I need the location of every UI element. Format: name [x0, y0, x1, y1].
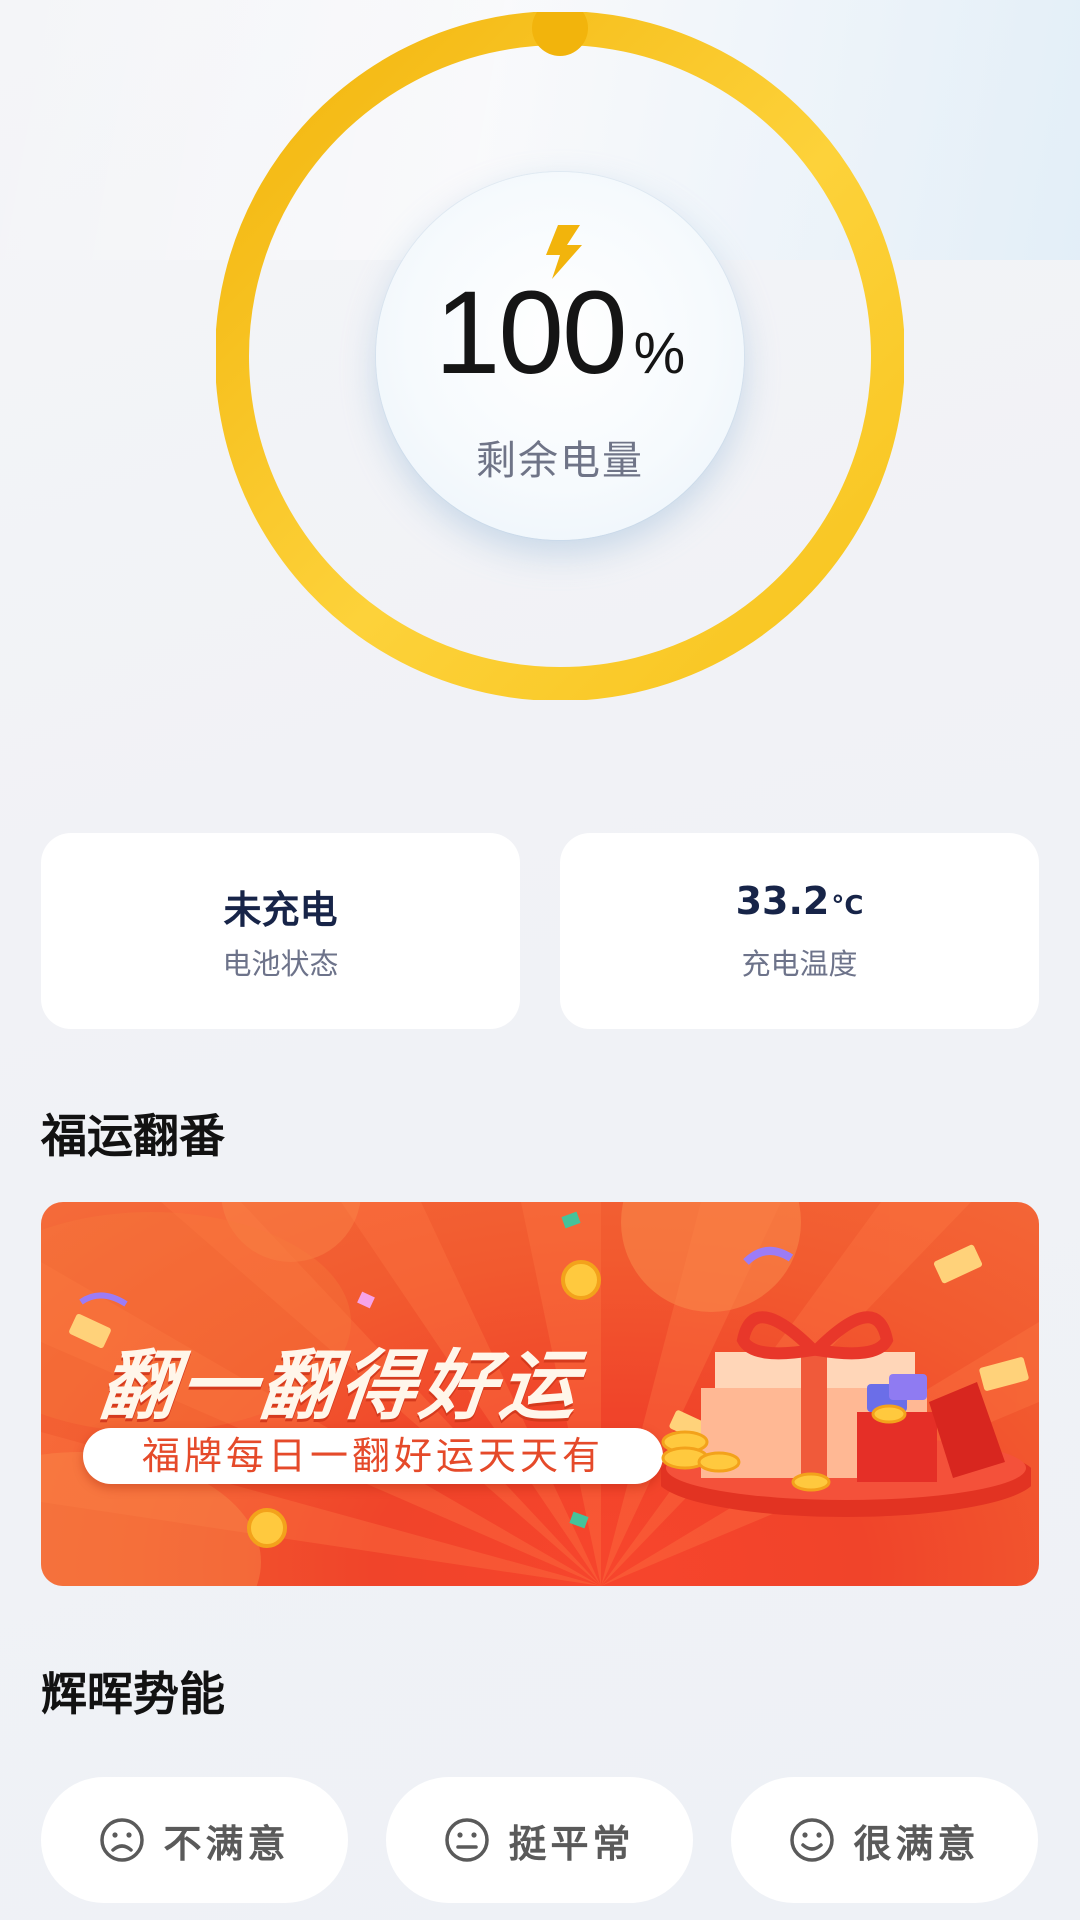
- battery-status-text: 未充电: [223, 888, 338, 932]
- neutral-button[interactable]: 挺平常: [386, 1777, 693, 1903]
- charge-temperature-card: 33.2°C 充电温度: [560, 833, 1039, 1029]
- battery-percent-unit: %: [633, 321, 686, 386]
- unsatisfied-button[interactable]: 不满意: [41, 1777, 348, 1903]
- charge-temperature-unit: °C: [831, 891, 864, 921]
- charge-temperature-label: 充电温度: [741, 947, 858, 981]
- smile-face-icon: [790, 1818, 835, 1862]
- fortune-section-title: 福运翻番: [41, 1109, 225, 1163]
- energy-section-title: 辉晖势能: [41, 1667, 225, 1721]
- neutral-label: 挺平常: [508, 1821, 635, 1866]
- charge-temperature-number: 33.2: [735, 879, 830, 923]
- frown-face-icon: [100, 1818, 145, 1862]
- fortune-banner[interactable]: 翻一翻得好运 福牌每日一翻好运天天有: [41, 1202, 1039, 1586]
- battery-percent-value: 100: [434, 267, 628, 399]
- satisfied-label: 很满意: [853, 1821, 980, 1866]
- satisfied-button[interactable]: 很满意: [731, 1777, 1038, 1903]
- battery-level-knob: [532, 12, 588, 56]
- unsatisfied-label: 不满意: [163, 1821, 290, 1866]
- battery-percent: 100%: [216, 274, 904, 392]
- battery-status-card: 未充电 电池状态: [41, 833, 520, 1029]
- battery-label: 剩余电量: [476, 438, 644, 484]
- gift-box-icon: [661, 1311, 1031, 1517]
- battery-status-value: 未充电: [41, 879, 520, 934]
- banner-headline: 翻一翻得好运: [95, 1341, 585, 1430]
- neutral-face-icon: [445, 1818, 490, 1862]
- banner-subtitle: 福牌每日一翻好运天天有: [83, 1428, 663, 1484]
- battery-gauge: 100% 剩余电量: [216, 12, 904, 700]
- charge-temperature-value: 33.2°C: [560, 879, 1039, 923]
- battery-status-label: 电池状态: [222, 947, 339, 981]
